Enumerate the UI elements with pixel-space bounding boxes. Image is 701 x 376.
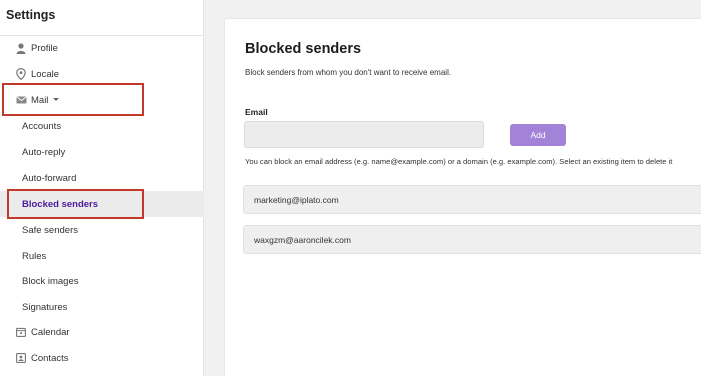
sidebar-item-auto-reply[interactable]: Auto-reply	[0, 139, 204, 165]
sidebar-item-label: Profile	[31, 42, 58, 54]
sidebar-item-label: Block images	[22, 275, 79, 287]
sidebar-item-label: Auto-forward	[22, 172, 77, 184]
sidebar-item-profile[interactable]: Profile	[0, 35, 204, 61]
sidebar-item-label: Accounts	[22, 120, 62, 132]
sidebar-item-auto-forward[interactable]: Auto-forward	[0, 165, 204, 191]
sidebar-item-label: Locale	[31, 68, 59, 80]
sidebar-item-signatures[interactable]: Signatures	[0, 294, 204, 320]
calendar-icon	[14, 325, 28, 339]
blocked-senders-panel: Blocked senders Block senders from whom …	[224, 18, 701, 376]
email-field[interactable]	[244, 121, 484, 148]
add-button[interactable]: Add	[510, 124, 566, 146]
person-icon	[14, 41, 28, 55]
sidebar-title: Settings	[6, 8, 56, 22]
help-text: You can block an email address (e.g. nam…	[245, 157, 673, 166]
mail-highlight-box	[2, 83, 144, 116]
sidebar-item-label: Signatures	[22, 301, 68, 313]
sidebar-item-label: Calendar	[31, 326, 70, 338]
page-description: Block senders from whom you don't want t…	[245, 68, 452, 77]
sidebar-item-label: Auto-reply	[22, 146, 66, 158]
sidebar-item-block-images[interactable]: Block images	[0, 268, 204, 294]
sidebar-item-label: Safe senders	[22, 224, 78, 236]
contacts-icon	[14, 351, 28, 365]
blocked-sender-item[interactable]: waxgzm@aaroncilek.com	[243, 225, 701, 254]
main-content: Blocked senders Block senders from whom …	[205, 0, 701, 376]
blocked-sender-item[interactable]: marketing@iplato.com	[243, 185, 701, 214]
blocked-senders-highlight-box	[7, 189, 144, 219]
sidebar-item-rules[interactable]: Rules	[0, 243, 204, 269]
sidebar-item-safe-senders[interactable]: Safe senders	[0, 217, 204, 243]
sidebar-item-accounts[interactable]: Accounts	[0, 113, 204, 139]
page-title: Blocked senders	[245, 41, 362, 57]
sidebar-item-label: Contacts	[31, 352, 69, 364]
sidebar-item-label: Rules	[22, 250, 47, 262]
sidebar-item-contacts[interactable]: Contacts	[0, 345, 204, 371]
location-pin-icon	[14, 67, 28, 81]
email-field-label: Email	[245, 107, 268, 117]
sidebar-item-calendar[interactable]: Calendar	[0, 319, 204, 345]
settings-sidebar: Settings Profile Locale Mail Accounts Au…	[0, 0, 204, 376]
